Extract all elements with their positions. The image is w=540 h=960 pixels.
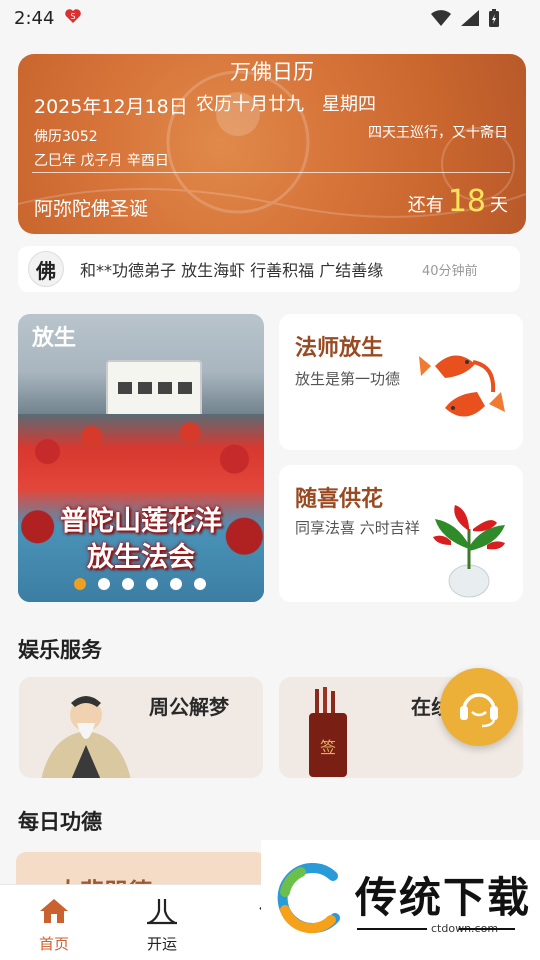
flower-offering-subtitle: 同享法喜 六时吉祥 xyxy=(295,519,420,537)
section-daily-merit: 每日功德 xyxy=(18,810,102,834)
calendar-divider xyxy=(32,172,510,173)
svg-text:签: 签 xyxy=(320,738,336,757)
anthurium-flower-icon xyxy=(433,505,505,598)
signal-icon xyxy=(460,9,480,31)
carousel-dot[interactable] xyxy=(146,578,158,590)
upcoming-festival: 阿弥陀佛圣诞 xyxy=(34,198,149,220)
notice-time: 40分钟前 xyxy=(422,263,478,279)
lunar-date: 农历十月廿九 星期四 xyxy=(196,94,376,115)
countdown-days: 18 xyxy=(447,184,486,219)
home-icon xyxy=(40,899,68,923)
tab-home[interactable]: 首页 xyxy=(9,897,99,954)
merit-notice-bar[interactable]: 佛 和**功德弟子 放生海虾 行善积福 广结善缘 40分钟前 xyxy=(18,246,520,292)
carousel-dots xyxy=(74,578,206,590)
countdown-suffix: 天 xyxy=(490,195,508,216)
site-watermark: 传统下载 ctdown.com xyxy=(261,840,540,960)
headset-icon xyxy=(460,693,498,728)
tab-fortune-label: 开运 xyxy=(146,935,177,953)
festival-countdown: 还有 18 天 xyxy=(408,184,508,219)
fortune-icon xyxy=(147,899,177,925)
countdown-prefix: 还有 xyxy=(407,195,444,216)
notice-text: 和**功德弟子 放生海虾 行善积福 广结善缘 xyxy=(80,261,384,280)
dream-interpretation-card[interactable]: 周公解梦 xyxy=(19,677,263,778)
status-time: 2:44 xyxy=(14,7,55,29)
boat-image xyxy=(106,360,202,418)
fortune-sticks-icon: 签 xyxy=(309,687,347,777)
calendar-title: 万佛日历 xyxy=(230,60,314,84)
flower-offering-title: 随喜供花 xyxy=(295,486,384,512)
banner-tag: 放生 xyxy=(32,326,77,351)
banner-caption: 普陀山莲花洋 放生法会 xyxy=(18,504,264,576)
customer-service-button[interactable] xyxy=(440,668,518,746)
carousel-dot[interactable] xyxy=(98,578,110,590)
carousel-dot[interactable] xyxy=(194,578,206,590)
carousel-dot[interactable] xyxy=(170,578,182,590)
master-release-card[interactable]: 法师放生 放生是第一功德 xyxy=(279,314,523,450)
carousel-dot[interactable] xyxy=(122,578,134,590)
master-release-subtitle: 放生是第一功德 xyxy=(295,370,401,388)
master-release-title: 法师放生 xyxy=(295,335,384,361)
banner-caption-line1: 普陀山莲花洋 xyxy=(60,506,222,537)
dream-interpretation-title: 周公解梦 xyxy=(149,695,229,719)
gregorian-date: 2025年12月18日 xyxy=(34,96,188,118)
tab-fortune[interactable]: 开运 xyxy=(117,897,207,954)
buddhist-calendar-card[interactable]: 万佛日历 2025年12月18日 农历十月廿九 星期四 佛历3052 乙巳年 戊… xyxy=(18,54,526,234)
tab-home-label: 首页 xyxy=(38,935,69,953)
watermark-divider xyxy=(357,928,427,930)
buddha-avatar-icon: 佛 xyxy=(28,251,64,287)
status-indicators xyxy=(430,8,500,32)
watermark-logo-icon xyxy=(277,863,340,934)
svg-text:S: S xyxy=(71,12,76,21)
flower-offering-card[interactable]: 随喜供花 同享法喜 六时吉祥 xyxy=(279,465,523,602)
release-life-banner[interactable]: 放生 普陀山莲花洋 放生法会 xyxy=(18,314,264,602)
ganzhi-date: 乙巳年 戊子月 辛酉日 xyxy=(34,153,169,169)
section-entertainment: 娱乐服务 xyxy=(18,638,102,662)
banner-caption-line2: 放生法会 xyxy=(87,542,195,573)
watermark-divider xyxy=(459,928,515,930)
wifi-icon xyxy=(430,9,452,31)
buddhist-year: 佛历3052 xyxy=(34,129,98,145)
app-notification-icon: S xyxy=(64,7,82,29)
sage-illustration-icon xyxy=(41,696,131,778)
koi-fish-icon xyxy=(419,355,505,417)
calendar-note: 四天王巡行，又十斋日 xyxy=(368,125,508,141)
status-bar: 2:44 S xyxy=(0,0,540,36)
carousel-dot[interactable] xyxy=(74,578,86,590)
watermark-name: 传统下载 xyxy=(355,873,532,922)
battery-icon xyxy=(488,8,500,32)
